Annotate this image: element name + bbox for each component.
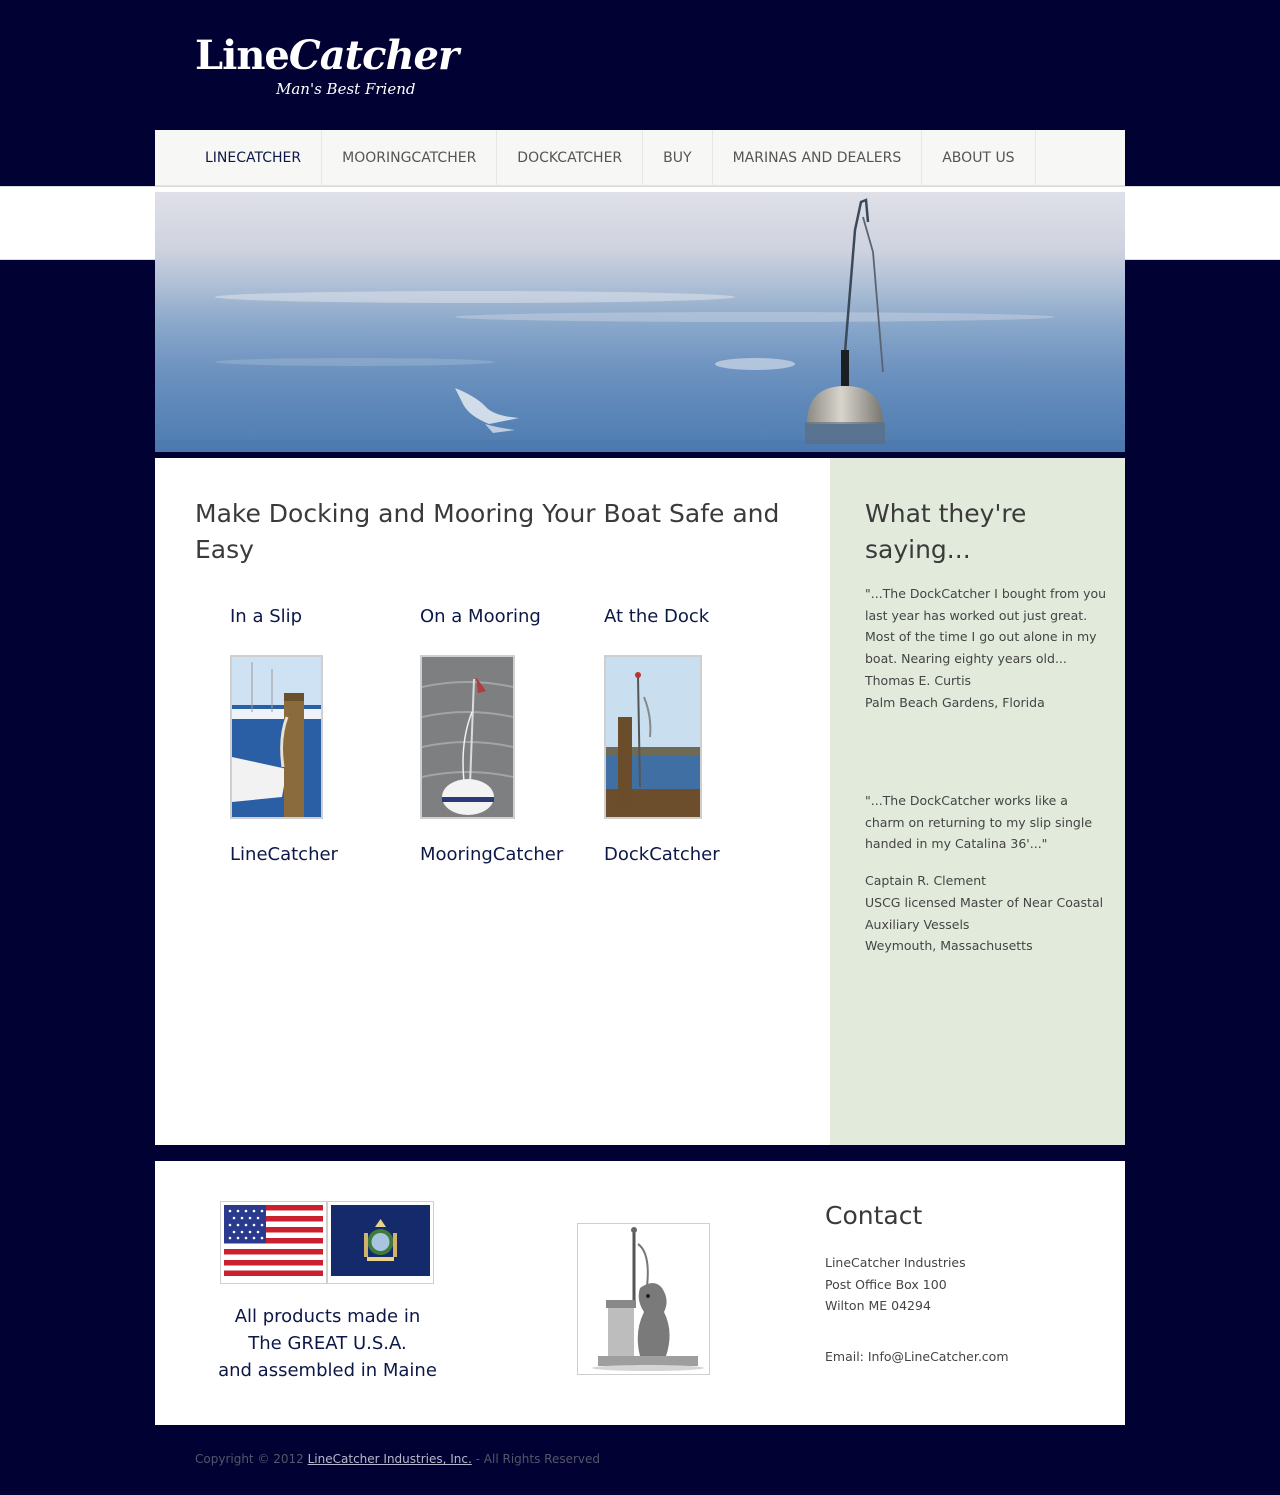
logo-catcher-text: Catcher xyxy=(288,32,459,79)
nav-item-marinas-and-dealers[interactable]: MARINAS AND DEALERS xyxy=(713,130,923,186)
product-name-dockcatcher[interactable]: DockCatcher xyxy=(604,844,720,865)
contact-address: LineCatcher Industries Post Office Box 1… xyxy=(825,1252,966,1317)
testimonial-1-location: Palm Beach Gardens, Florida xyxy=(865,694,1045,710)
testimonial-2-name: Captain R. Clement xyxy=(865,873,987,889)
column-label-mooring: On a Mooring xyxy=(420,606,541,627)
contact-heading: Contact xyxy=(825,1201,923,1230)
dog-mascot-image xyxy=(577,1223,710,1375)
site-tagline: Man's Best Friend xyxy=(276,80,416,98)
column-label-dock: At the Dock xyxy=(604,606,710,627)
product-name-mooringcatcher[interactable]: MooringCatcher xyxy=(420,844,563,865)
sidebar-heading: What they're saying... xyxy=(865,496,1026,568)
logo-line-text: Line xyxy=(195,32,290,79)
main-nav: LINECATCHER MOORINGCATCHER DOCKCATCHER B… xyxy=(155,130,1125,186)
dog-mascot-icon xyxy=(578,1224,709,1374)
dockcatcher-thumbnail[interactable] xyxy=(604,655,702,819)
nav-item-mooringcatcher[interactable]: MOORINGCATCHER xyxy=(322,130,498,186)
made-in-line-1: All products made in xyxy=(234,1306,421,1327)
linecatcher-photo xyxy=(232,657,321,817)
mooringcatcher-photo xyxy=(422,657,513,817)
main-content: Make Docking and Mooring Your Boat Safe … xyxy=(155,458,1125,1145)
flags-group xyxy=(220,1201,434,1284)
us-flag-frame xyxy=(220,1201,327,1284)
nav-item-dockcatcher[interactable]: DOCKCATCHER xyxy=(497,130,644,186)
maine-flag-icon xyxy=(331,1205,430,1276)
testimonial-2-title: USCG licensed Master of Near Coastal Aux… xyxy=(865,894,1104,932)
testimonial-2-quote: "...The DockCatcher works like a charm o… xyxy=(865,793,1093,852)
hero-banner xyxy=(155,192,1125,452)
us-flag-icon xyxy=(224,1205,323,1276)
testimonial-1-quote: "...The DockCatcher I bought from you la… xyxy=(865,586,1107,667)
copyright-suffix: - All Rights Reserved xyxy=(471,1452,600,1466)
site-logo[interactable]: LineCatcher xyxy=(195,32,459,80)
testimonial-1-name: Thomas E. Curtis xyxy=(865,672,972,688)
mooringcatcher-thumbnail[interactable] xyxy=(420,655,515,819)
nav-item-buy[interactable]: BUY xyxy=(643,130,713,186)
site-footer: All products made in The GREAT U.S.A. an… xyxy=(155,1161,1125,1425)
made-in-usa-text: All products made in The GREAT U.S.A. an… xyxy=(195,1303,460,1384)
column-slip: In a Slip xyxy=(230,604,323,819)
contact-city: Wilton ME 04294 xyxy=(825,1298,931,1314)
page-heading: Make Docking and Mooring Your Boat Safe … xyxy=(195,499,780,564)
sidebar-heading-line1: What they're xyxy=(865,499,1027,528)
product-name-linecatcher[interactable]: LineCatcher xyxy=(230,844,338,865)
testimonial-1: "...The DockCatcher I bought from you la… xyxy=(865,583,1110,713)
nav-item-about-us[interactable]: ABOUT US xyxy=(922,130,1036,186)
testimonial-2-location: Weymouth, Massachusetts xyxy=(865,938,1033,954)
site-header: LineCatcher Man's Best Friend xyxy=(155,0,1125,130)
column-label-slip: In a Slip xyxy=(230,606,303,627)
dockcatcher-photo xyxy=(606,657,700,817)
sidebar-heading-line2: saying... xyxy=(865,535,971,564)
contact-po-box: Post Office Box 100 xyxy=(825,1276,947,1292)
column-dock: At the Dock xyxy=(604,604,710,819)
copyright-bar: Copyright © 2012 LineCatcher Industries,… xyxy=(195,1452,600,1466)
maine-flag-frame xyxy=(327,1201,434,1284)
linecatcher-thumbnail[interactable] xyxy=(230,655,323,819)
testimonials-sidebar: What they're saying... "...The DockCatch… xyxy=(830,458,1125,1145)
contact-company: LineCatcher Industries xyxy=(825,1255,966,1270)
column-mooring: On a Mooring xyxy=(420,604,541,819)
testimonial-2: "...The DockCatcher works like a charm o… xyxy=(865,790,1110,957)
nav-item-linecatcher[interactable]: LINECATCHER xyxy=(185,130,323,186)
hero-buoy-image xyxy=(155,198,1125,452)
copyright-company-link[interactable]: LineCatcher Industries, Inc. xyxy=(308,1452,472,1466)
copyright-prefix: Copyright © 2012 xyxy=(195,1452,308,1466)
made-in-line-2: The GREAT U.S.A. xyxy=(248,1333,407,1354)
contact-email[interactable]: Email: Info@LineCatcher.com xyxy=(825,1349,1009,1364)
made-in-line-3: and assembled in Maine xyxy=(218,1360,437,1381)
